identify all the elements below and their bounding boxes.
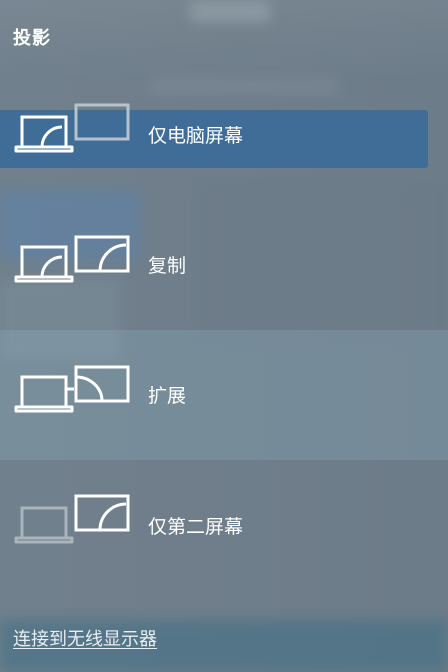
option-label: 仅电脑屏幕 [148,125,244,147]
project-flyout: 投影 仅电脑屏幕 复制 扩展 仅第二屏幕 连接到无线显示器 [0,0,448,672]
option-pc-screen-only[interactable]: 仅电脑屏幕 [0,70,448,200]
connect-wireless-display-link[interactable]: 连接到无线显示器 [13,625,157,651]
option-label: 扩展 [148,385,187,407]
option-duplicate[interactable]: 复制 [0,200,448,330]
option-label: 仅第二屏幕 [148,516,244,538]
panel-title: 投影 [13,28,51,49]
second-screen-only-icon [14,490,134,550]
extend-icon [14,363,134,423]
option-extend[interactable]: 扩展 [0,330,448,460]
pc-screen-only-icon [14,103,134,163]
option-second-screen-only[interactable]: 仅第二屏幕 [0,460,448,590]
option-label: 复制 [148,255,187,277]
duplicate-icon [14,233,134,293]
